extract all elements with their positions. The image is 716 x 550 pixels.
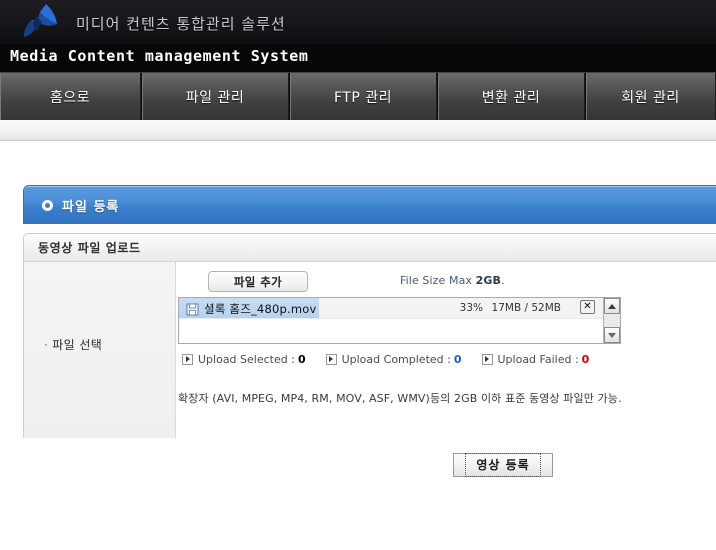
status-value: 0 — [297, 352, 306, 366]
upload-size: 17MB / 52MB — [491, 302, 561, 314]
butterfly-logo-icon — [12, 2, 68, 44]
play-triangle-icon — [325, 353, 337, 365]
file-format-note: 확장자 (AVI, MPEG, MP4, RM, MOV, ASF, WMV)등… — [178, 392, 622, 405]
file-list-inner: 셜록 홈즈_480p.mov 33% 17MB / 52MB ✕ — [179, 298, 603, 343]
max-size-prefix: File Size Max — [400, 274, 476, 287]
sub-navigation-strip — [0, 120, 716, 141]
status-value: 0 — [581, 352, 590, 366]
nav-item-ftp-management[interactable]: FTP 관리 — [290, 73, 437, 121]
max-size-suffix: . — [501, 274, 505, 287]
main-navigation: 홈으로 파일 관리 FTP 관리 변환 관리 회원 관리 — [0, 72, 716, 121]
status-upload-selected: Upload Selected : 0 — [182, 353, 306, 366]
radio-dot-icon — [42, 199, 53, 211]
max-file-size-notice: File Size Max 2GB. — [400, 274, 505, 287]
brand-header: 미디어 컨텐츠 통합관리 솔루션 Media Content managemen… — [0, 0, 716, 72]
status-label: Upload Failed : — [497, 352, 579, 366]
bullet-icon: · — [44, 338, 49, 352]
scroll-up-arrow-icon[interactable] — [604, 298, 620, 314]
upload-panel-body: · 파일 선택 파일 추가 File Size Max 2GB. 셜록 홈즈_4… — [24, 262, 716, 438]
close-x-icon[interactable]: ✕ — [580, 300, 595, 314]
file-document-icon — [186, 301, 199, 316]
nav-item-conversion-management[interactable]: 변환 관리 — [438, 73, 585, 121]
max-size-value: 2GB — [475, 274, 501, 287]
upload-percent: 33% — [459, 302, 483, 314]
file-list-scrollbar[interactable] — [603, 298, 620, 343]
brand-korean-tagline: 미디어 컨텐츠 통합관리 솔루션 — [76, 15, 286, 33]
status-label: Upload Completed : — [341, 352, 451, 366]
upload-controls-cell: 파일 추가 File Size Max 2GB. 셜록 홈즈_480p.mov … — [176, 262, 716, 438]
add-file-button[interactable]: 파일 추가 — [208, 271, 308, 292]
file-list-item[interactable]: 셜록 홈즈_480p.mov 33% 17MB / 52MB ✕ — [179, 298, 603, 319]
status-upload-completed: Upload Completed : 0 — [325, 352, 462, 366]
submit-video-button[interactable]: 영상 등록 — [453, 453, 553, 477]
nav-item-label: 회원 관리 — [621, 90, 680, 106]
upload-panel-title: 동영상 파일 업로드 — [38, 241, 141, 255]
nav-item-label: FTP 관리 — [333, 90, 392, 106]
file-list[interactable]: 셜록 홈즈_480p.mov 33% 17MB / 52MB ✕ — [178, 297, 621, 344]
file-select-label: · 파일 선택 — [44, 336, 102, 353]
page-content: 파일 등록 동영상 파일 업로드 · 파일 선택 파일 추가 File Size … — [0, 141, 716, 550]
upload-panel-header: 동영상 파일 업로드 — [24, 234, 716, 262]
nav-item-label: 파일 관리 — [185, 90, 245, 106]
brand-english-title: Media Content management System — [10, 47, 309, 65]
nav-item-label: 변환 관리 — [481, 90, 541, 106]
status-label: Upload Selected : — [198, 352, 295, 366]
submit-video-button-label: 영상 등록 — [465, 453, 541, 477]
page-title: 파일 등록 — [62, 199, 120, 215]
upload-panel: 동영상 파일 업로드 · 파일 선택 파일 추가 File Size Max 2G… — [23, 233, 716, 438]
play-triangle-icon — [182, 353, 193, 365]
form-label-cell: · 파일 선택 — [24, 262, 176, 438]
nav-item-file-management[interactable]: 파일 관리 — [142, 73, 289, 121]
upload-status-row: Upload Selected : 0 Upload Completed : 0… — [182, 352, 612, 366]
nav-item-home[interactable]: 홈으로 — [0, 73, 141, 121]
nav-item-label: 홈으로 — [49, 90, 91, 106]
status-value: 0 — [453, 352, 462, 366]
status-upload-failed: Upload Failed : 0 — [481, 352, 590, 366]
nav-item-member-management[interactable]: 회원 관리 — [586, 73, 716, 121]
file-name: 셜록 홈즈_480p.mov — [204, 302, 317, 316]
file-select-label-text: 파일 선택 — [52, 338, 103, 352]
scroll-down-arrow-icon[interactable] — [604, 327, 620, 343]
section-title-bar: 파일 등록 — [23, 185, 716, 224]
play-triangle-icon — [481, 353, 493, 365]
add-file-button-label: 파일 추가 — [233, 274, 283, 289]
